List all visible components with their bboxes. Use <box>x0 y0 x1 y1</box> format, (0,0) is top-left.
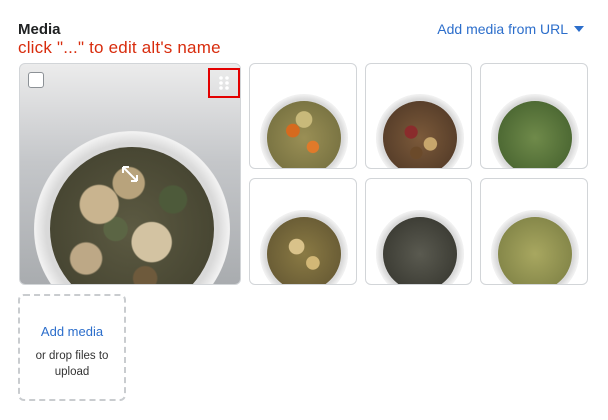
dropzone-hint: or drop files to upload <box>35 350 109 378</box>
chevron-down-icon <box>574 26 584 32</box>
media-thumbnail[interactable] <box>249 178 357 285</box>
media-thumbnail[interactable] <box>365 63 472 169</box>
expand-icon <box>122 166 138 182</box>
section-title: Media <box>18 21 61 38</box>
media-dropzone[interactable]: Add media or drop files to upload <box>18 294 126 401</box>
media-thumbnail-image <box>491 94 579 168</box>
media-thumbnail[interactable] <box>365 178 472 285</box>
media-thumbnail-image <box>376 210 464 284</box>
annotation-text: click "..." to edit alt's name <box>18 38 221 57</box>
media-thumbnail[interactable] <box>249 63 357 169</box>
featured-media-image <box>34 131 230 284</box>
drag-handle-button[interactable] <box>209 69 239 97</box>
media-thumbnail-image <box>260 210 348 284</box>
media-thumbnail-image <box>376 94 464 168</box>
select-checkbox[interactable] <box>28 72 44 88</box>
media-thumbnail[interactable] <box>480 63 588 169</box>
drag-handle-icon <box>219 76 229 90</box>
media-thumbnail-image <box>491 210 579 284</box>
media-thumbnail-image <box>260 94 348 168</box>
add-media-button[interactable]: Add media <box>20 324 124 339</box>
media-thumbnail[interactable] <box>480 178 588 285</box>
add-media-from-url-link[interactable]: Add media from URL <box>437 21 584 37</box>
add-media-from-url-label: Add media from URL <box>437 21 568 37</box>
